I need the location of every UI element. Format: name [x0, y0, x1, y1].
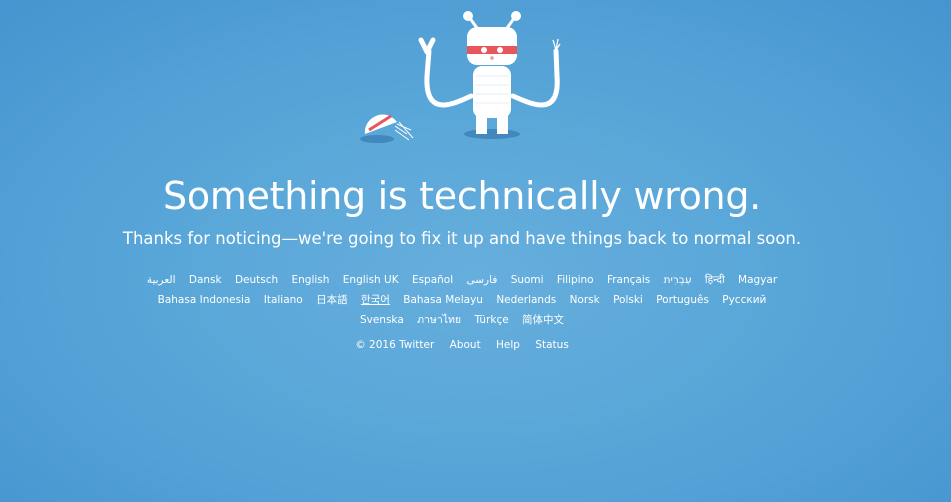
language-link[interactable]: हिन्दी	[705, 270, 725, 290]
error-message: Thanks for noticing—we're going to fix i…	[122, 229, 802, 248]
copyright-text: © 2016 Twitter	[355, 339, 435, 351]
language-link[interactable]: English UK	[343, 270, 399, 290]
language-link[interactable]: Português	[656, 290, 709, 310]
language-link[interactable]: Filipino	[557, 270, 594, 290]
language-link[interactable]: English	[292, 270, 330, 290]
language-link[interactable]: 日本語	[316, 290, 348, 310]
language-link[interactable]: Türkçe	[474, 310, 508, 330]
language-selector: العربية Dansk Deutsch English English UK…	[130, 270, 794, 330]
broken-robot-icon	[355, 6, 570, 148]
language-link[interactable]: Polski	[613, 290, 643, 310]
language-link[interactable]: Deutsch	[235, 270, 278, 290]
help-link[interactable]: Help	[496, 335, 520, 355]
language-link[interactable]: ภาษาไทย	[417, 310, 461, 330]
language-link[interactable]: Norsk	[570, 290, 600, 310]
language-link[interactable]: فارسی	[467, 270, 498, 290]
about-link[interactable]: About	[450, 335, 481, 355]
language-link[interactable]: Svenska	[360, 310, 404, 330]
language-link[interactable]: Magyar	[738, 270, 777, 290]
language-link[interactable]: Français	[607, 270, 650, 290]
language-link[interactable]: Nederlands	[496, 290, 556, 310]
language-link[interactable]: Bahasa Indonesia	[158, 290, 251, 310]
language-link[interactable]: Bahasa Melayu	[403, 290, 483, 310]
language-link[interactable]: 简体中文	[522, 310, 564, 330]
language-link[interactable]: 한국어	[361, 290, 390, 310]
language-link[interactable]: Español	[412, 270, 453, 290]
status-link[interactable]: Status	[535, 335, 568, 355]
language-link[interactable]: Русский	[722, 290, 766, 310]
language-link[interactable]: עִבְרִית	[664, 270, 692, 290]
language-link[interactable]: Italiano	[264, 290, 303, 310]
language-link[interactable]: Suomi	[511, 270, 544, 290]
robot-shadow	[464, 129, 520, 139]
language-link[interactable]: Dansk	[189, 270, 222, 290]
footer-links: © 2016 Twitter About Help Status	[130, 335, 794, 355]
head-shadow	[360, 135, 394, 143]
language-link[interactable]: العربية	[147, 270, 176, 290]
error-headline: Something is technically wrong.	[163, 174, 761, 218]
